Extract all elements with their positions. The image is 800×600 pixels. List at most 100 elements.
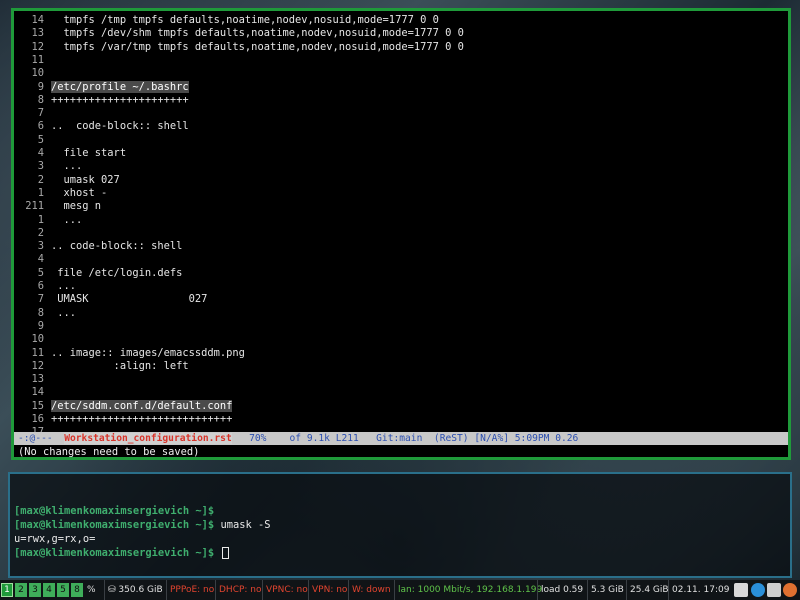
editor-line[interactable]: 14 tmpfs /tmp tmpfs defaults,noatime,nod…	[14, 14, 788, 27]
editor-line[interactable]: 10	[14, 333, 788, 346]
shell-prompt: [max@klimenkomaximsergievich ~]$	[14, 547, 215, 559]
terminal-line: u=rwx,g=rx,o=	[14, 532, 95, 546]
editor-line[interactable]: 11 .. image:: images/emacssddm.png	[14, 347, 788, 360]
line-text: .. code-block:: shell	[51, 120, 189, 133]
pppoe-status: PPPoE: no	[166, 580, 214, 600]
terminal-line: [max@klimenkomaximsergievich ~]$	[14, 504, 214, 518]
workspace-4[interactable]: 4	[43, 583, 55, 597]
line-number: 11	[31, 346, 44, 359]
editor-buffer[interactable]: 14 tmpfs /tmp tmpfs defaults,noatime,nod…	[14, 11, 788, 432]
editor-line[interactable]: 7 UMASK 027	[14, 293, 788, 306]
modeline-filename[interactable]: Workstation_configuration.rst	[64, 433, 232, 444]
line-number: 6	[37, 120, 44, 133]
terminal-window[interactable]: [max@klimenkomaximsergievich ~]$ [max@kli…	[8, 472, 792, 578]
wlan-status: W: down	[348, 580, 391, 600]
editor-line[interactable]: 211 mesg n	[14, 200, 788, 213]
line-number: 13	[31, 373, 44, 386]
workspace-3[interactable]: 3	[29, 583, 41, 597]
modeline-branch[interactable]: Git:main	[376, 433, 422, 444]
line-number: 3	[37, 240, 44, 253]
workspace-2[interactable]: 2	[15, 583, 27, 597]
line-number: 1	[37, 186, 44, 199]
editor-line[interactable]: 3 ...	[14, 160, 788, 173]
editor-line[interactable]: 4 file start	[14, 147, 788, 160]
editor-line[interactable]: 14	[14, 386, 788, 399]
editor-line[interactable]: 7	[14, 107, 788, 120]
shell-prompt: [max@klimenkomaximsergievich ~]$	[14, 505, 215, 517]
editor-line[interactable]: 5	[14, 134, 788, 147]
command-text: u=rwx,g=rx,o=	[14, 533, 96, 545]
tray-avatar-icon[interactable]	[783, 583, 797, 597]
line-text: mesg n	[51, 200, 102, 213]
line-number: 4	[37, 147, 44, 159]
line-number: 3	[37, 160, 44, 173]
tray-cloud-icon[interactable]	[751, 583, 765, 597]
line-text: ...	[51, 213, 83, 226]
editor-line[interactable]: 12 tmpfs /var/tmp tmpfs defaults,noatime…	[14, 41, 788, 54]
line-number: 11	[31, 53, 44, 66]
editor-line[interactable]: 12 :align: left	[14, 360, 788, 373]
line-text: /etc/profile ~/.bashrc	[51, 80, 189, 93]
line-number: 5	[37, 133, 44, 146]
line-number: 9	[37, 80, 44, 93]
editor-line[interactable]: 1 ...	[14, 214, 788, 227]
tray-app-icon[interactable]	[734, 583, 748, 597]
editor-line[interactable]: 13	[14, 373, 788, 386]
line-text: +++++++++++++++++++++++++++++	[51, 413, 233, 425]
line-text: ...	[51, 160, 83, 173]
modeline-mode: (ReST) [N/A%] 5:09PM 0.26	[433, 433, 579, 444]
memory-status: 5.3 GiB	[587, 580, 624, 600]
workspace-1[interactable]: 1	[1, 583, 13, 597]
editor-line[interactable]: 13 tmpfs /dev/shm tmpfs defaults,noatime…	[14, 27, 788, 40]
minibuffer[interactable]: (No changes need to be saved)	[14, 445, 788, 460]
terminal-line: [max@klimenkomaximsergievich ~]$ umask -…	[14, 518, 271, 532]
editor-line[interactable]: 1 xhost -	[14, 187, 788, 200]
vpnc-status: VPNC: no	[262, 580, 308, 600]
editor-line[interactable]: 6 .. code-block:: shell	[14, 120, 788, 133]
line-number: 8	[37, 93, 44, 106]
line-text: .. image:: images/emacssddm.png	[51, 346, 245, 359]
line-number: 16	[31, 413, 44, 425]
editor-line[interactable]: 5 file /etc/login.defs	[14, 267, 788, 280]
editor-line[interactable]: 11	[14, 54, 788, 67]
workspace-8[interactable]: 8	[71, 583, 83, 597]
line-text: .. code-block:: shell	[51, 240, 183, 253]
emacs-window[interactable]: 14 tmpfs /tmp tmpfs defaults,noatime,nod…	[11, 8, 791, 460]
line-text: umask 027	[51, 173, 120, 186]
modeline-position: of 9.1k L211	[289, 433, 359, 444]
command-text	[214, 547, 220, 559]
disk-icon: ⛁	[108, 585, 116, 595]
editor-line[interactable]: 2	[14, 227, 788, 240]
editor-line[interactable]: 9/etc/profile ~/.bashrc	[14, 80, 788, 94]
editor-line[interactable]: 3 .. code-block:: shell	[14, 240, 788, 253]
status-bar: 1 2 3 4 5 8 % ⛁ 350.6 GiB PPPoE: no DHCP…	[0, 580, 800, 600]
line-number: 2	[37, 226, 44, 239]
line-text: tmpfs /tmp tmpfs defaults,noatime,nodev,…	[51, 14, 439, 26]
workspace-5[interactable]: 5	[57, 583, 69, 597]
line-text: tmpfs /dev/shm tmpfs defaults,noatime,no…	[51, 27, 464, 40]
editor-line[interactable]: 8 ++++++++++++++++++++++	[14, 94, 788, 107]
editor-line[interactable]: 15/etc/sddm.conf.d/default.conf	[14, 399, 788, 413]
line-number: 4	[37, 253, 44, 266]
terminal-cursor[interactable]	[222, 547, 230, 559]
command-text: umask -S	[214, 519, 271, 531]
mode-line: -:@--- Workstation_configuration.rst 70%…	[14, 432, 788, 445]
line-number: 10	[31, 333, 44, 346]
line-number: 14	[31, 14, 44, 26]
line-text: :align: left	[51, 359, 189, 372]
line-number: 211	[25, 200, 44, 213]
editor-line[interactable]: 2 umask 027	[14, 174, 788, 187]
tray-network-icon[interactable]	[767, 583, 781, 597]
editor-line[interactable]: 8 ...	[14, 307, 788, 320]
line-number: 12	[31, 40, 44, 53]
editor-line[interactable]: 4	[14, 253, 788, 266]
line-number: 10	[31, 67, 44, 80]
editor-line[interactable]: 9	[14, 320, 788, 333]
line-number: 5	[37, 266, 44, 279]
editor-line[interactable]: 16 +++++++++++++++++++++++++++++	[14, 413, 788, 426]
line-number: 7	[37, 293, 44, 306]
editor-line[interactable]: 6 ...	[14, 280, 788, 293]
editor-line[interactable]: 10	[14, 67, 788, 80]
modeline-state: -:@---	[18, 433, 53, 444]
line-number: 14	[31, 386, 44, 399]
